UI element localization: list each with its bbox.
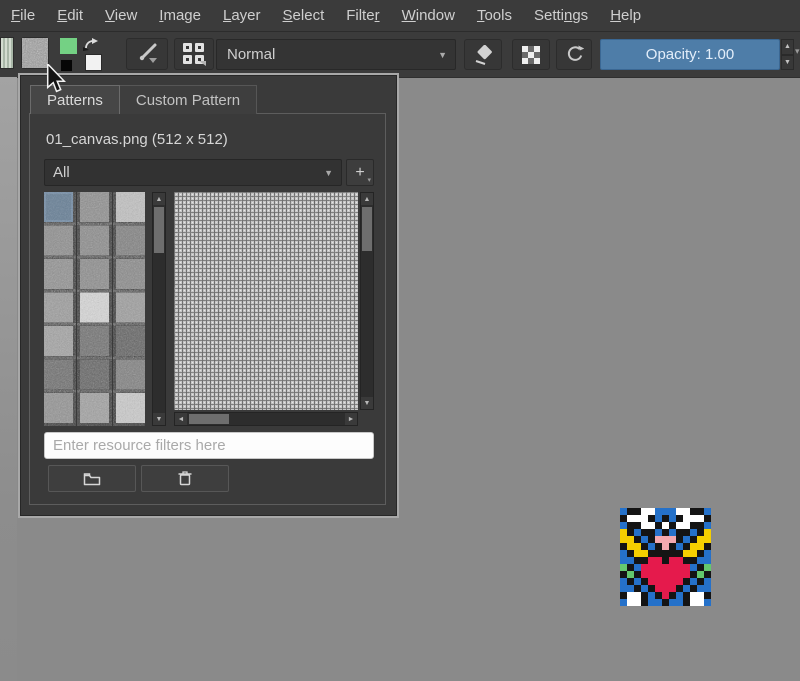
menu-tools[interactable]: Tools (466, 7, 523, 24)
menu-select[interactable]: Select (272, 7, 336, 24)
pattern-thumbnail[interactable] (80, 259, 109, 289)
scroll-down-icon[interactable]: ▼ (153, 413, 165, 425)
pattern-thumbnail[interactable] (44, 326, 73, 356)
tab-patterns-label: Patterns (47, 92, 103, 109)
pattern-thumbnail[interactable] (80, 326, 109, 356)
opacity-spinner: ▲ ▼ (781, 39, 794, 70)
patterns-popup: Patterns Custom Pattern 01_canvas.png (5… (18, 73, 399, 518)
menu-edit[interactable]: Edit (46, 7, 94, 24)
scroll-up-icon[interactable]: ▲ (361, 193, 373, 205)
choose-workspace-icon (182, 42, 206, 66)
pattern-thumbnail[interactable] (80, 293, 109, 323)
swap-colors-icon[interactable] (82, 37, 100, 52)
choose-workspace-button[interactable] (174, 38, 214, 70)
pattern-thumbnail[interactable] (116, 259, 145, 289)
scrollbar-thumb[interactable] (362, 207, 372, 251)
trash-icon (178, 471, 192, 486)
pattern-thumbnail[interactable] (116, 192, 145, 222)
pattern-thumbnail[interactable] (116, 326, 145, 356)
tab-custom-pattern[interactable]: Custom Pattern (120, 85, 257, 114)
opacity-slider[interactable]: Opacity: 1.00 (600, 39, 780, 70)
resource-filter-input[interactable] (44, 432, 374, 459)
chevron-down-icon: ▾ (367, 176, 371, 184)
pixel-art-image (620, 508, 711, 606)
pattern-thumbnail-grid[interactable] (44, 192, 145, 426)
menu-file[interactable]: File (0, 7, 46, 24)
pattern-thumbnail[interactable] (80, 192, 109, 222)
menu-view[interactable]: View (94, 7, 148, 24)
eraser-mode-button[interactable] (464, 39, 502, 70)
selected-pattern-title: 01_canvas.png (512 x 512) (46, 131, 228, 148)
menu-layer[interactable]: Layer (212, 7, 272, 24)
spin-down-icon[interactable]: ▼ (781, 55, 794, 71)
menu-window[interactable]: Window (391, 7, 466, 24)
pattern-thumbnail[interactable] (80, 360, 109, 390)
pattern-preview-pane: ▲ ▼ ◄ ► (174, 192, 374, 426)
thumbnail-scrollbar[interactable]: ▲ ▼ (152, 192, 166, 426)
brush-tool-button[interactable] (126, 38, 168, 70)
menu-bar: FileEditViewImageLayerSelectFilterWindow… (0, 0, 800, 32)
import-resource-button[interactable] (48, 465, 136, 492)
menu-items: FileEditViewImageLayerSelectFilterWindow… (0, 7, 652, 24)
menu-settings[interactable]: Settings (523, 7, 599, 24)
delete-resource-button[interactable] (141, 465, 229, 492)
preserve-alpha-icon (522, 46, 540, 64)
pattern-thumbnail[interactable] (44, 360, 73, 390)
pattern-thumbnail[interactable] (116, 226, 145, 256)
scroll-left-icon[interactable]: ◄ (175, 413, 187, 425)
scroll-right-icon[interactable]: ► (345, 413, 357, 425)
freehand-brush-icon (133, 43, 161, 65)
eraser-icon (472, 45, 494, 65)
scroll-up-icon[interactable]: ▲ (153, 193, 165, 205)
preview-horizontal-scrollbar[interactable]: ◄ ► (174, 412, 358, 426)
spin-up-icon[interactable]: ▲ (781, 39, 794, 55)
canvas-edge-strip (0, 77, 17, 681)
menu-filter[interactable]: Filter (335, 7, 390, 24)
gradient-swatch-button[interactable] (0, 37, 14, 69)
add-tag-button[interactable]: + ▾ (346, 159, 374, 186)
mouse-cursor (46, 64, 66, 93)
background-color-swatch[interactable] (85, 54, 102, 71)
foreground-color-swatch[interactable] (60, 38, 77, 54)
tab-patterns[interactable]: Patterns (30, 85, 120, 114)
application-window: FileEditViewImageLayerSelectFilterWindow… (0, 0, 800, 681)
blending-mode-dropdown[interactable]: Normal ▼ (216, 39, 456, 70)
pattern-thumbnail[interactable] (80, 393, 109, 423)
tag-filter-dropdown[interactable]: All ▼ (44, 159, 342, 186)
pattern-preview-image[interactable] (174, 192, 358, 410)
toolbar: Normal ▼ (0, 32, 800, 78)
menu-help[interactable]: Help (599, 7, 652, 24)
reload-icon (565, 45, 584, 64)
pattern-browser: ▲ ▼ (44, 192, 374, 426)
tag-filter-row: All ▼ + ▾ (44, 159, 374, 186)
pattern-thumbnail[interactable] (44, 192, 73, 222)
menu-image[interactable]: Image (148, 7, 212, 24)
reload-presets-button[interactable] (556, 39, 592, 70)
pattern-thumbnail[interactable] (116, 360, 145, 390)
preview-vertical-scrollbar[interactable]: ▲ ▼ (360, 192, 374, 410)
pattern-thumbnail[interactable] (116, 293, 145, 323)
pattern-thumbnail[interactable] (44, 259, 73, 289)
scroll-down-icon[interactable]: ▼ (361, 397, 373, 409)
pattern-thumbnails (44, 192, 145, 426)
pattern-thumbnail[interactable] (116, 393, 145, 423)
scrollbar-thumb[interactable] (154, 207, 164, 253)
tag-filter-value: All (53, 164, 70, 181)
tab-custom-pattern-label: Custom Pattern (136, 92, 240, 109)
pattern-thumbnail[interactable] (44, 293, 73, 323)
folder-icon (83, 472, 101, 486)
chevron-down-icon: ▼ (324, 168, 341, 178)
plus-icon: + (355, 164, 364, 182)
chevron-down-icon: ▼ (438, 50, 455, 60)
scrollbar-thumb[interactable] (189, 414, 229, 424)
pattern-thumbnail[interactable] (44, 226, 73, 256)
pattern-thumbnail[interactable] (44, 393, 73, 423)
preserve-alpha-button[interactable] (512, 39, 550, 70)
blending-mode-value: Normal (217, 46, 275, 63)
opacity-value: Opacity: 1.00 (646, 46, 734, 63)
pattern-swatch-icon (22, 38, 48, 68)
toolbar-overflow-chevron-icon[interactable]: ▾ (795, 46, 800, 57)
pattern-thumbnail[interactable] (80, 226, 109, 256)
pattern-swatch-button[interactable] (21, 37, 49, 69)
